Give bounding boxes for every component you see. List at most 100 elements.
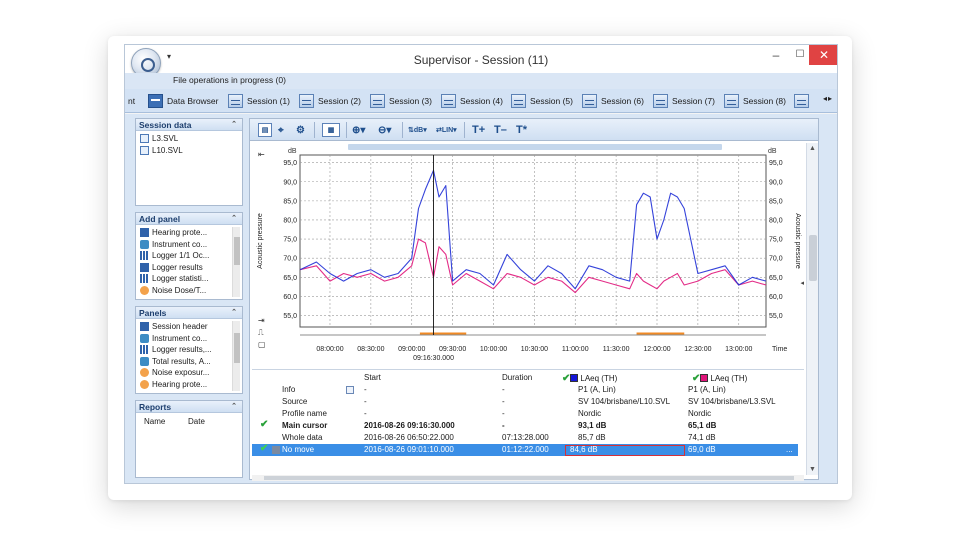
panels-scrollbar[interactable] <box>232 321 240 391</box>
panel-item[interactable]: Session header <box>140 321 242 333</box>
reports-header[interactable]: Reports ⌃ <box>136 401 242 413</box>
reports-col-name[interactable]: Name <box>144 417 188 426</box>
x-tick-label: 08:00:00 <box>316 346 343 353</box>
x-tick-label: 08:30:00 <box>357 346 384 353</box>
logger-results-icon <box>140 345 149 355</box>
close-button[interactable]: ✕ <box>809 45 837 65</box>
y-tick-label-right: 90,0 <box>769 179 783 186</box>
check-icon: ✔ <box>562 373 571 384</box>
settings-button[interactable]: ⚙ <box>296 123 305 137</box>
row-color-swatch[interactable] <box>272 446 280 454</box>
zoom-in-button[interactable]: ⊕▾ <box>352 123 365 137</box>
y-tick-label: 90,0 <box>283 179 297 186</box>
cursor-marker-button[interactable]: T* <box>516 123 527 137</box>
tab-session-1[interactable]: Session (1) <box>228 92 290 110</box>
y-axis-label: Acoustic pressure <box>257 213 264 269</box>
table-row-no-move[interactable]: ✔ No move 2016-08-26 09:01:10.000 01:12:… <box>252 443 798 456</box>
session-data-header[interactable]: Session data ⌃ <box>136 119 242 131</box>
zoom-out-button[interactable]: ⊖▾ <box>378 123 391 137</box>
add-panel-item[interactable]: Logger statisti... <box>140 273 242 285</box>
db-scale-button[interactable]: ⇅ dB ▾ <box>408 123 427 137</box>
chart-side-tool-icon: ⇤ <box>258 150 265 159</box>
cursor-tool-button[interactable]: ⌖ <box>278 123 284 137</box>
reports-col-date[interactable]: Date <box>188 417 232 426</box>
scroll-up-icon[interactable]: ▲ <box>809 145 816 152</box>
lin-scale-button[interactable]: ⇄ LIN ▾ <box>436 123 457 137</box>
tab-session-6[interactable]: Session (6) <box>582 92 644 110</box>
add-panel-scrollbar[interactable] <box>232 227 240 297</box>
hscroll-thumb[interactable] <box>264 476 794 480</box>
table-row-main-cursor[interactable]: ✔ Main cursor 2016-08-26 09:16:30.000 - … <box>252 419 798 432</box>
y-tick-label: 70,0 <box>283 256 297 263</box>
minimize-button[interactable]: – <box>763 45 789 65</box>
tab-partial[interactable]: nt <box>128 92 135 110</box>
y-unit-label-right: dB <box>768 148 777 155</box>
remove-cursor-button[interactable]: T– <box>494 123 507 137</box>
layout-button[interactable]: ▤ <box>258 123 272 137</box>
collapse-icon[interactable]: ⌃ <box>231 307 237 319</box>
collapse-icon[interactable]: ⌃ <box>231 119 237 131</box>
add-panel-item[interactable]: Logger results <box>140 262 242 274</box>
x-tick-label: 10:00:00 <box>480 346 507 353</box>
y-tick-label-right: 80,0 <box>769 217 783 224</box>
header-start[interactable]: Start <box>364 373 381 382</box>
panels-header[interactable]: Panels ⌃ <box>136 307 242 319</box>
collapse-icon[interactable]: ⌃ <box>231 401 237 413</box>
tab-session-4[interactable]: Session (4) <box>441 92 503 110</box>
export-button[interactable]: ▦ <box>322 123 340 137</box>
add-panel-item[interactable]: Hearing prote... <box>140 227 242 239</box>
table-row-profile: Profile name - - Nordic Nordic <box>282 409 712 418</box>
file-item[interactable]: L10.SVL <box>140 145 242 157</box>
y-tick-label: 75,0 <box>283 237 297 244</box>
horizontal-scrollbar[interactable] <box>252 475 804 481</box>
left-panel: Session data ⌃ L3.SVL L10.SVL Add panel ⌃ … <box>135 118 243 480</box>
add-panel-item[interactable]: Logger 1/1 Oc... <box>140 250 242 262</box>
expand-icon[interactable] <box>346 386 354 394</box>
panel-item[interactable]: Instrument co... <box>140 333 242 345</box>
scroll-down-icon[interactable]: ▼ <box>809 466 816 473</box>
results-table: Start Duration ✔ LAeq (TH) ✔ LAeq (TH) Inf… <box>252 369 804 473</box>
header-series2[interactable]: ✔ LAeq (TH) <box>692 373 747 384</box>
check-icon: ✔ <box>260 419 269 430</box>
supervisor-window: ▾ Supervisor - Session (11) – ☐ ✕ File o… <box>124 44 838 484</box>
vertical-scrollbar[interactable]: ▲ ▼ <box>806 143 818 475</box>
add-panel-item[interactable]: Noise Dose/T... <box>140 285 242 297</box>
panel-item[interactable]: Total results, A... <box>140 356 242 368</box>
overview-scrollbar <box>348 144 722 150</box>
add-panel-header[interactable]: Add panel ⌃ <box>136 213 242 225</box>
y-tick-label: 65,0 <box>283 275 297 282</box>
tab-session-8[interactable]: Session (8) <box>724 92 786 110</box>
data-browser-icon <box>148 94 163 108</box>
window-title: Supervisor - Session (11) <box>413 53 549 67</box>
tab-data-browser[interactable]: Data Browser <box>148 92 219 110</box>
noise-dose-icon <box>140 285 149 295</box>
panel-splitter-icon[interactable]: ◂ <box>800 279 804 287</box>
panel-item[interactable]: Hearing prote... <box>140 379 242 391</box>
tab-session-partial[interactable] <box>794 92 813 110</box>
add-panel-item[interactable]: Instrument co... <box>140 239 242 251</box>
tab-session-3[interactable]: Session (3) <box>370 92 432 110</box>
total-results-icon <box>140 356 149 366</box>
header-duration[interactable]: Duration <box>502 373 532 382</box>
tab-session-5[interactable]: Session (5) <box>511 92 573 110</box>
tab-session-7[interactable]: Session (7) <box>653 92 715 110</box>
table-row-whole-data[interactable]: Whole data 2016-08-26 06:50:22.000 07:13… <box>252 432 798 444</box>
collapse-icon[interactable]: ⌃ <box>231 213 237 225</box>
header-series1[interactable]: ✔ LAeq (TH) <box>562 373 617 384</box>
color-swatch[interactable] <box>700 374 709 382</box>
x-tick-label: 09:00:00 <box>398 346 425 353</box>
color-swatch[interactable] <box>570 374 579 382</box>
tab-scroll-arrows[interactable]: ◂▸ <box>823 94 833 103</box>
file-item[interactable]: L3.SVL <box>140 133 242 145</box>
panel-item[interactable]: Noise exposur... <box>140 367 242 379</box>
panel-item[interactable]: Logger results,... <box>140 344 242 356</box>
y-tick-label: 60,0 <box>283 294 297 301</box>
tab-session-2[interactable]: Session (2) <box>299 92 361 110</box>
plot-frame <box>299 154 767 328</box>
check-icon: ✔ <box>260 443 269 454</box>
more-button[interactable]: ... <box>786 445 793 454</box>
scroll-thumb[interactable] <box>809 235 817 281</box>
add-cursor-button[interactable]: T+ <box>472 123 485 137</box>
plot-area[interactable]: dB dB 95,0 95,0 90,0 90,0 85,0 85,0 80,0 80,0 75,0… <box>252 143 804 367</box>
time-history-chart[interactable]: dB dB 95,0 95,0 90,0 90,0 85,0 85,0 80,0 80,0 75,0… <box>252 143 804 367</box>
